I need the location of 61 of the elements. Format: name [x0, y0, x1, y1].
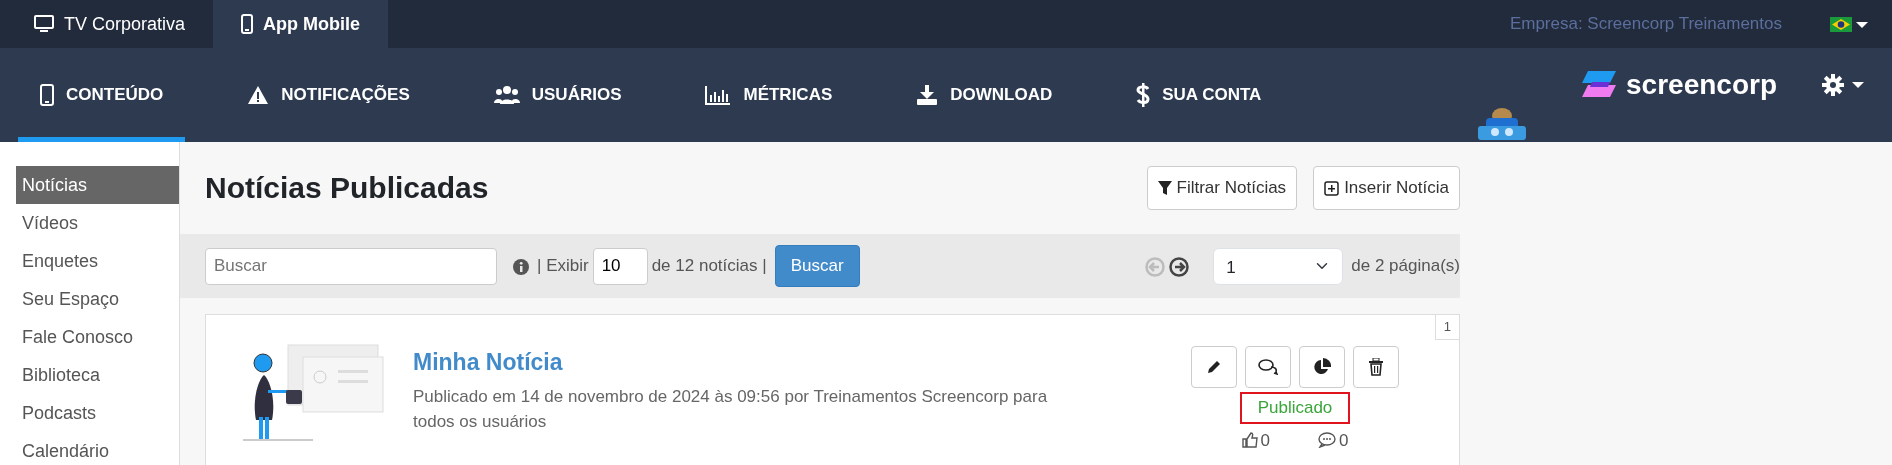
chat-icon	[1258, 359, 1278, 375]
news-description: Publicado em 14 de novembro de 2024 às 09:56 por Treinamentos Screencorp para todos os usuários	[413, 385, 1049, 433]
sidebar-item[interactable]: Enquetes	[16, 242, 179, 280]
likes-count: 0	[1241, 427, 1270, 453]
page-title: Notícias Publicadas	[205, 170, 489, 206]
company-label: Empresa: Screencorp Treinamentos	[1509, 13, 1782, 36]
bar-chart-icon	[705, 85, 732, 105]
brazil-flag-icon	[1830, 17, 1852, 33]
next-page-icon	[1169, 256, 1190, 277]
status-label: Publicado	[1239, 392, 1351, 424]
caret-icon	[1856, 20, 1868, 29]
pencil-icon	[1206, 359, 1222, 375]
delete-button[interactable]	[1353, 346, 1399, 388]
logo-icon	[1580, 71, 1619, 99]
sidebar-item[interactable]: Fale Conosco	[16, 318, 179, 356]
monitor-icon	[34, 15, 54, 33]
count-label: de 12 notícias |	[651, 255, 767, 278]
previous-page-icon	[1145, 256, 1166, 277]
nav-tab[interactable]: DOWNLOAD	[894, 48, 1075, 142]
page-select[interactable]: 1	[1213, 247, 1344, 285]
sidebar-item[interactable]: Vídeos	[16, 204, 179, 242]
caret-icon	[1852, 81, 1864, 89]
info-icon	[513, 258, 529, 275]
speech-bubble-icon	[1318, 432, 1336, 449]
dollar-icon	[1136, 83, 1151, 107]
search-field[interactable]: Buscar	[205, 247, 497, 285]
insert-button[interactable]: Inserir Notícia	[1313, 166, 1460, 210]
filter-button[interactable]: Filtrar Notícias	[1146, 166, 1298, 210]
top-tab[interactable]: App Mobile	[213, 0, 389, 48]
index-label: 1	[1434, 315, 1459, 340]
thumbs-up-icon	[1241, 432, 1258, 449]
users-icon	[493, 85, 520, 105]
sidebar-item[interactable]: Seu Espaço	[16, 280, 179, 318]
sidebar-item[interactable]: Calendário	[16, 432, 179, 465]
pages-label: de 2 página(s)	[1351, 255, 1460, 278]
news-title-link[interactable]: Minha Notícia	[413, 345, 1083, 380]
nav-tab[interactable]: MÉTRICAS	[683, 48, 855, 142]
plus-square-icon	[1324, 180, 1340, 196]
edit-button[interactable]	[1191, 346, 1237, 388]
download-icon	[916, 85, 939, 105]
sidebar-item[interactable]: Biblioteca	[16, 356, 179, 394]
trash-icon	[1369, 358, 1383, 376]
pie-chart-icon	[1313, 358, 1331, 376]
phone-icon	[241, 14, 254, 34]
nav-tab[interactable]: USUÁRIOS	[471, 48, 644, 142]
statistics-button[interactable]	[1299, 346, 1345, 388]
search-button[interactable]: Buscar	[774, 245, 860, 287]
per-page-field[interactable]: 10	[592, 247, 648, 285]
settings-icon	[1822, 74, 1844, 96]
warning-icon	[247, 85, 270, 105]
comments-count: 0	[1318, 427, 1349, 453]
top-tab[interactable]: TV Corporativa	[6, 0, 214, 48]
phone-icon	[40, 84, 54, 106]
show-label: | Exibir	[537, 255, 589, 278]
nav-tab[interactable]: SUA CONTA	[1114, 48, 1284, 142]
comments-button[interactable]	[1245, 346, 1291, 388]
nav-tab[interactable]: NOTIFICAÇÕES	[225, 48, 432, 142]
sidebar-item[interactable]: Notícias	[16, 166, 179, 204]
filter-icon	[1157, 180, 1172, 196]
sidebar-item[interactable]: Podcasts	[16, 394, 179, 432]
logo: screencorp	[1580, 64, 1777, 106]
